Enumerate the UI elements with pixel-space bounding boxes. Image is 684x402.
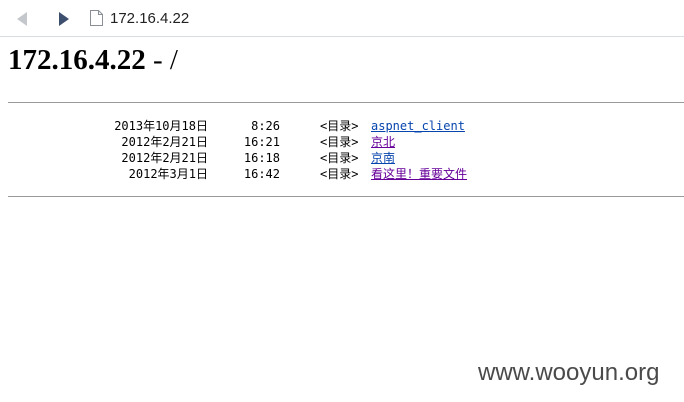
folder-link-aspnet-client[interactable]: aspnet_client <box>371 118 465 134</box>
browser-toolbar: 172.16.4.22 <box>0 0 684 37</box>
back-arrow-icon <box>17 12 27 26</box>
item-type: <目录> <box>320 135 359 149</box>
item-type: <目录> <box>320 167 359 181</box>
address-bar[interactable]: 172.16.4.22 <box>84 4 684 32</box>
item-time: 16:18 <box>243 151 280 165</box>
list-item: 2012年2月21日 16:18 <目录> 京南 <box>0 150 684 166</box>
top-divider <box>8 102 684 103</box>
item-time: 8:26 <box>251 119 280 133</box>
item-type: <目录> <box>320 119 359 133</box>
list-item: 2012年3月1日 16:42 <目录> 看这里！重要文件 <box>0 166 684 182</box>
item-date: 2012年2月21日 <box>121 151 208 165</box>
back-button[interactable] <box>12 9 32 29</box>
page-title: 172.16.4.22 - / <box>8 44 178 77</box>
item-time: 16:42 <box>243 167 280 181</box>
folder-link-jingbei[interactable]: 京北 <box>371 134 395 150</box>
item-date: 2013年10月18日 <box>114 119 208 133</box>
watermark: www.wooyun.org <box>478 359 660 386</box>
list-item: 2012年2月21日 16:21 <目录> 京北 <box>0 134 684 150</box>
forward-button[interactable] <box>54 9 74 29</box>
item-type: <目录> <box>320 151 359 165</box>
item-time: 16:21 <box>243 135 280 149</box>
page-icon <box>88 9 104 27</box>
folder-link-jingnan[interactable]: 京南 <box>371 150 395 166</box>
item-date: 2012年2月21日 <box>121 135 208 149</box>
bottom-divider <box>8 196 684 197</box>
item-date: 2012年3月1日 <box>128 167 208 181</box>
forward-arrow-icon <box>59 12 69 26</box>
folder-link-important-files[interactable]: 看这里！重要文件 <box>371 166 467 182</box>
address-url[interactable]: 172.16.4.22 <box>110 10 189 27</box>
page-title-path: - / <box>145 44 178 76</box>
list-item: 2013年10月18日 8:26 <目录> aspnet_client <box>0 118 684 134</box>
page-title-host: 172.16.4.22 <box>8 44 146 76</box>
directory-listing: 2013年10月18日 8:26 <目录> aspnet_client 2012… <box>0 118 684 182</box>
